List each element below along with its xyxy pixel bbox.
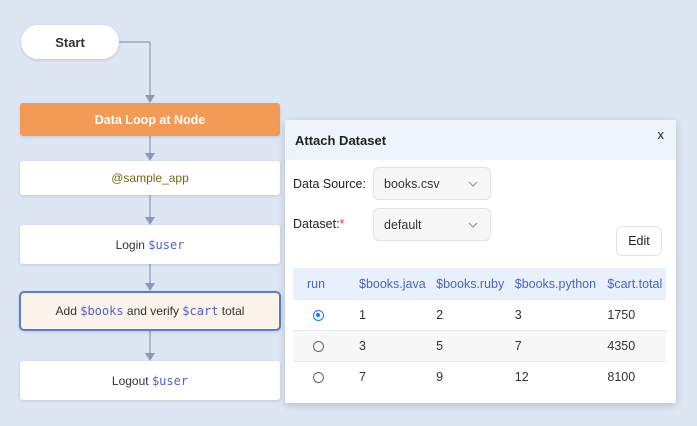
start-node[interactable]: Start: [21, 25, 119, 59]
verify-text: and verify: [123, 304, 183, 318]
data-source-value: books.csv: [384, 176, 440, 191]
column-header-books-java: $books.java: [353, 268, 431, 300]
table-row[interactable]: 3 5 7 4350: [293, 330, 666, 362]
column-header-run: run: [293, 268, 353, 300]
chevron-down-icon: [468, 222, 478, 228]
logout-step-node[interactable]: Logout $user: [20, 361, 280, 400]
table-cell: 4350: [601, 330, 666, 362]
dataset-value: default: [384, 217, 422, 232]
column-header-cart-total: $cart.total: [601, 268, 666, 300]
dataset-label-wrap: Dataset:*: [293, 217, 344, 231]
add-text: Add: [55, 304, 81, 318]
table-cell: 7: [508, 330, 602, 362]
table-header-row: run $books.java $books.ruby $books.pytho…: [293, 268, 666, 300]
dataset-table: run $books.java $books.ruby $books.pytho…: [293, 268, 666, 392]
total-text: total: [218, 304, 245, 318]
logout-text: Logout: [111, 373, 152, 388]
table-cell: 7: [353, 361, 431, 392]
attach-dataset-dialog: Attach Dataset x Data Source: books.csv …: [285, 120, 676, 403]
table-cell: 12: [508, 361, 602, 392]
data-loop-node[interactable]: Data Loop at Node: [20, 103, 280, 136]
books-variable: $books: [80, 304, 124, 318]
close-button[interactable]: x: [658, 127, 665, 142]
dataset-select[interactable]: default: [373, 208, 491, 241]
table-cell: 3: [353, 330, 431, 362]
chevron-down-icon: [468, 181, 478, 187]
run-cell: [293, 330, 353, 362]
add-books-step-node[interactable]: Add $books and verify $cart total: [19, 291, 281, 331]
run-radio[interactable]: [313, 341, 324, 353]
dataset-label: Dataset:: [293, 217, 340, 231]
table-cell: 2: [430, 299, 509, 331]
start-label: Start: [55, 34, 85, 50]
user-variable: $user: [151, 373, 189, 388]
data-loop-label: Data Loop at Node: [94, 112, 206, 127]
table-row[interactable]: 1 2 3 1750: [293, 299, 666, 331]
run-radio[interactable]: [313, 372, 324, 384]
table-row[interactable]: 7 9 12 8100: [293, 361, 666, 392]
table-cell: 5: [430, 330, 509, 362]
column-header-books-python: $books.python: [508, 268, 602, 300]
dialog-title: Attach Dataset: [295, 133, 387, 148]
user-variable: $user: [148, 237, 185, 252]
column-header-books-ruby: $books.ruby: [430, 268, 509, 300]
required-mark: *: [339, 217, 345, 231]
app-node[interactable]: @sample_app: [20, 161, 280, 195]
run-cell: [293, 361, 353, 392]
data-source-select[interactable]: books.csv: [373, 167, 491, 200]
dialog-header: Attach Dataset x: [285, 120, 676, 160]
run-cell: [293, 299, 353, 331]
table-cell: 3: [508, 299, 602, 331]
table-cell: 9: [430, 361, 509, 392]
table-cell: 8100: [601, 361, 666, 392]
run-radio[interactable]: [313, 310, 324, 322]
login-step-node[interactable]: Login $user: [20, 225, 280, 264]
table-cell: 1750: [601, 299, 666, 331]
login-text: Login: [115, 237, 149, 252]
cart-variable: $cart: [182, 304, 219, 318]
data-source-label: Data Source:: [293, 177, 366, 191]
table-cell: 1: [353, 299, 431, 331]
edit-button[interactable]: Edit: [616, 226, 662, 256]
app-label: @sample_app: [111, 171, 189, 185]
